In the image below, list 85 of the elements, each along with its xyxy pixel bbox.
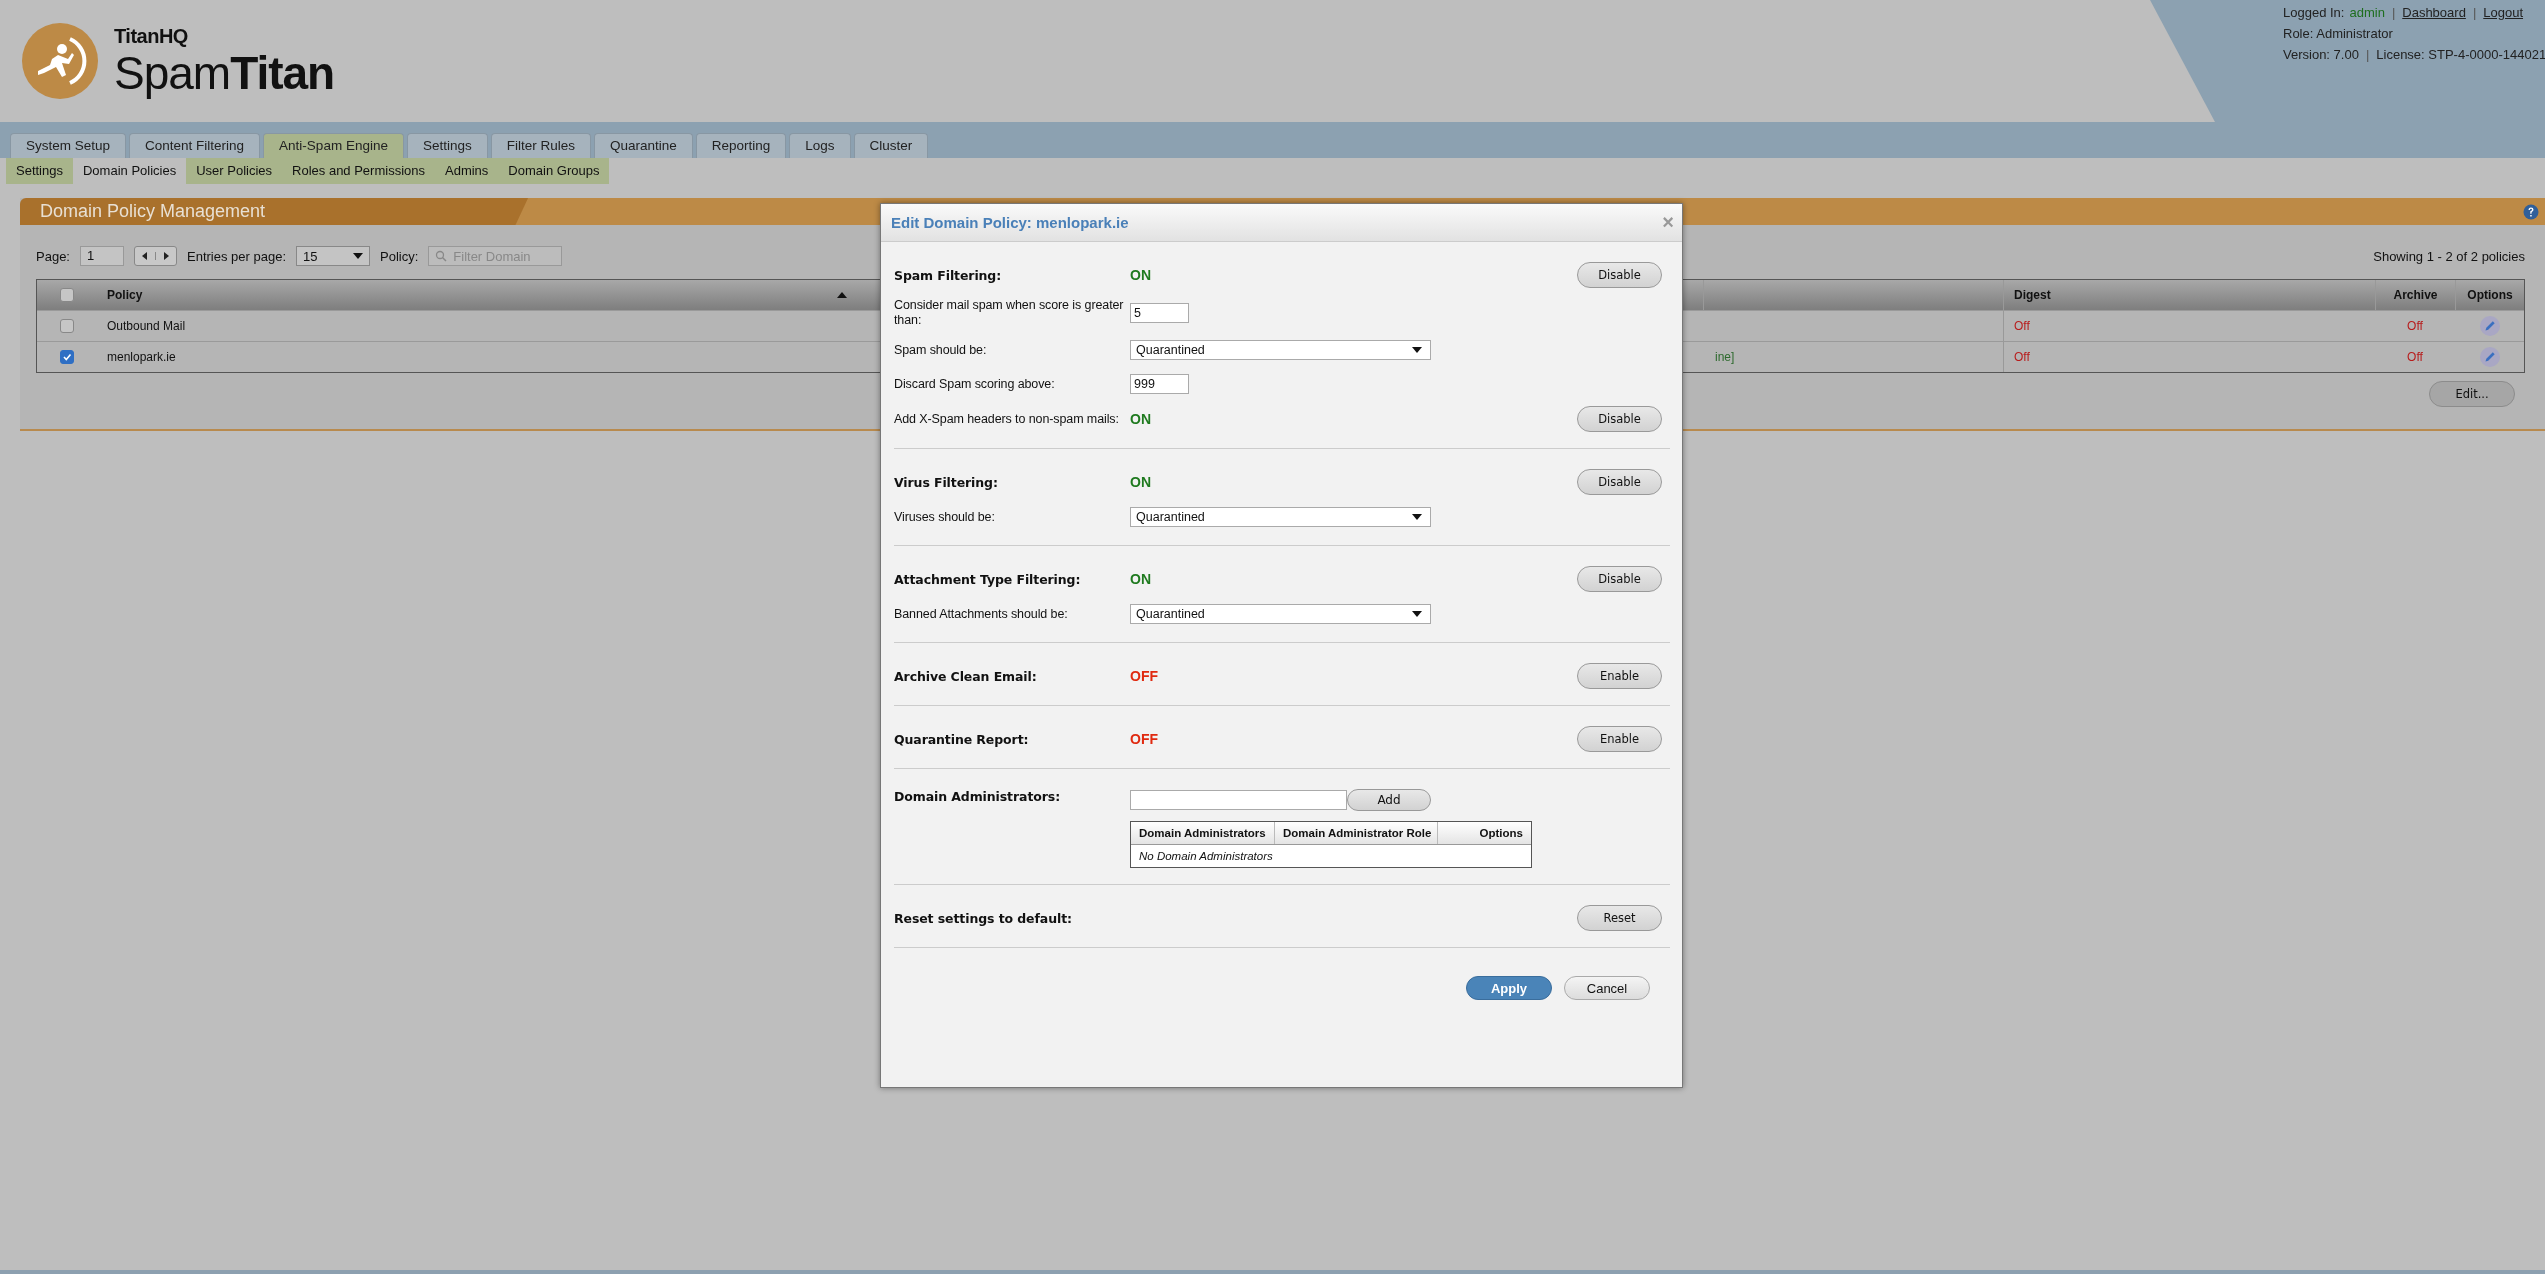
- company-name: TitanHQ: [114, 24, 189, 48]
- panel-title: Domain Policy Management: [40, 201, 266, 222]
- logged-in-label: Logged In:: [2283, 5, 2345, 22]
- user-name: admin: [2349, 5, 2385, 22]
- table-cell: Off: [2014, 319, 2030, 333]
- entries-label: Entries per page:: [187, 248, 286, 264]
- product-name: SpamTitan: [114, 47, 335, 98]
- nav-tab[interactable]: Settings: [406, 133, 488, 158]
- table-cell: Off: [2407, 319, 2423, 333]
- role-text: Role: Administrator: [2283, 26, 2393, 43]
- reset-button[interactable]: Reset: [1577, 905, 1662, 931]
- toggle-button[interactable]: Disable: [1577, 469, 1662, 495]
- apply-button[interactable]: Apply: [1466, 976, 1552, 1000]
- column-header[interactable]: Policy: [107, 288, 143, 302]
- sub-tab[interactable]: Settings: [6, 158, 73, 184]
- column-header[interactable]: Archive: [2393, 288, 2438, 302]
- header-link[interactable]: Dashboard: [2402, 5, 2466, 26]
- section-title: Archive Clean Email:: [894, 668, 1038, 684]
- input-field[interactable]: 5: [1130, 303, 1189, 323]
- entries-select[interactable]: 15: [296, 246, 370, 266]
- nav-tab[interactable]: Cluster: [853, 133, 929, 158]
- sub-tab[interactable]: Domain Groups: [498, 158, 610, 184]
- toggle-button[interactable]: Disable: [1577, 566, 1662, 592]
- field-label: Spam should be:: [894, 342, 988, 358]
- status-text: OFF: [1130, 731, 1159, 747]
- version-text: Version: 7.00: [2283, 47, 2359, 64]
- nav-tab[interactable]: System Setup: [10, 133, 127, 158]
- table-cell: Off: [2014, 350, 2030, 364]
- sub-tab[interactable]: User Policies: [186, 158, 283, 184]
- section-title: Domain Administrators:: [894, 789, 1062, 804]
- separator: |: [2365, 47, 2370, 64]
- separator: |: [2391, 5, 2396, 22]
- toggle-button[interactable]: Disable: [1577, 406, 1662, 432]
- page-label: Page:: [36, 248, 70, 264]
- sub-tab[interactable]: Admins: [435, 158, 499, 184]
- toggle-button[interactable]: Enable: [1577, 726, 1662, 752]
- column-header[interactable]: Digest: [2014, 288, 2051, 302]
- nav-tab[interactable]: Content Filtering: [129, 133, 261, 158]
- table-cell: Off: [2407, 350, 2423, 364]
- column-header: Domain Administrators: [1131, 822, 1275, 844]
- policy-label: Policy:: [380, 248, 419, 264]
- add-button[interactable]: Add: [1347, 789, 1431, 811]
- field-label: Add X-Spam headers to non-spam mails:: [894, 411, 1120, 427]
- toggle-button[interactable]: Enable: [1577, 663, 1662, 689]
- sub-tab[interactable]: Domain Policies: [73, 158, 187, 184]
- input-field[interactable]: 999: [1130, 374, 1189, 394]
- section-title: Spam Filtering:: [894, 267, 1003, 283]
- nav-tab[interactable]: Anti-Spam Engine: [263, 133, 404, 158]
- license-text: License: STP-4-0000-144021: [2376, 47, 2545, 64]
- select-field[interactable]: Quarantined: [1130, 604, 1431, 624]
- edit-button[interactable]: Edit...: [2429, 381, 2515, 407]
- header-link[interactable]: Logout: [2483, 5, 2524, 26]
- status-text: ON: [1130, 267, 1152, 283]
- section-title: Attachment Type Filtering:: [894, 571, 1082, 587]
- select-field[interactable]: Quarantined: [1130, 507, 1431, 527]
- status-text: ON: [1130, 571, 1152, 587]
- dialog-title: Edit Domain Policy: menlopark.ie: [891, 214, 1129, 231]
- nav-tab[interactable]: Reporting: [695, 133, 787, 158]
- page-field[interactable]: 1: [80, 246, 124, 266]
- section-title: Reset settings to default:: [894, 910, 1073, 926]
- field-label: Consider mail spam when score is greater than:: [894, 298, 1125, 328]
- status-text: OFF: [1130, 668, 1159, 684]
- field-label: Viruses should be:: [894, 509, 996, 525]
- select-field[interactable]: Quarantined: [1130, 340, 1431, 360]
- field-label: Banned Attachments should be:: [894, 606, 1069, 622]
- sub-tab[interactable]: Roles and Permissions: [282, 158, 435, 184]
- section-title: Quarantine Report:: [894, 731, 1030, 747]
- table-cell: ine]: [1715, 350, 1735, 364]
- column-header: Options: [1478, 826, 1524, 841]
- column-header[interactable]: Options: [2467, 288, 2513, 302]
- nav-tab[interactable]: Quarantine: [593, 133, 693, 158]
- table-cell: Outbound Mail: [107, 319, 186, 333]
- separator: |: [2472, 5, 2477, 22]
- showing-count: Showing 1 - 2 of 2 policies: [2373, 248, 2525, 264]
- column-header: Domain Administrator Role: [1275, 822, 1438, 844]
- status-text: ON: [1130, 411, 1152, 427]
- toggle-button[interactable]: Disable: [1577, 262, 1662, 288]
- section-title: Virus Filtering:: [894, 474, 999, 490]
- nav-tab[interactable]: Logs: [789, 133, 851, 158]
- empty-message: No Domain Administrators: [1139, 850, 1273, 862]
- nav-tab[interactable]: Filter Rules: [490, 133, 591, 158]
- table-cell: menlopark.ie: [107, 350, 176, 364]
- status-text: ON: [1130, 474, 1152, 490]
- field-label: Discard Spam scoring above:: [894, 376, 1056, 392]
- cancel-button[interactable]: Cancel: [1564, 976, 1650, 1000]
